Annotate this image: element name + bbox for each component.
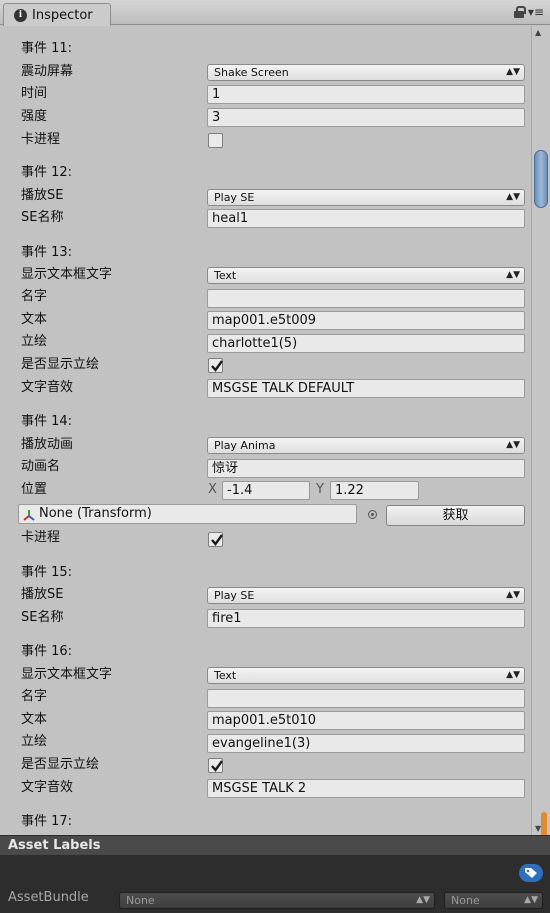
event-16-name-label: 名字 [21, 689, 48, 704]
event-16-text-label: 文本 [21, 712, 48, 727]
event-13-type-value: Text [214, 269, 237, 282]
event-11-time-label: 时间 [21, 86, 48, 101]
assetbundle-variant-value: None [451, 894, 480, 907]
info-icon: i [14, 8, 27, 22]
event-15-type-dropdown[interactable]: Play SE ▲▼ [207, 587, 525, 604]
event-13-type-dropdown[interactable]: Text ▲▼ [207, 267, 525, 284]
event-14-y-field[interactable]: 1.22 [330, 481, 419, 500]
event-13-name-field[interactable] [207, 289, 525, 308]
event-14-block-label: 卡进程 [21, 530, 61, 545]
event-11-type-dropdown[interactable]: Shake Screen ▲▼ [207, 64, 525, 81]
inspector-content: 事件 11: 震动屏幕 Shake Screen ▲▼ 时间 1 强度 3 卡进… [0, 26, 531, 835]
event-14-x-label: X [208, 482, 217, 497]
assetbundle-dropdown[interactable]: None ▲▼ [119, 892, 435, 909]
tag-icon[interactable] [519, 864, 543, 882]
checkmark-icon [211, 760, 223, 772]
event-13-text-label: 文本 [21, 312, 48, 327]
event-13-type-label: 显示文本框文字 [21, 267, 113, 282]
dropdown-arrow-icon: ▲▼ [506, 670, 520, 680]
event-14-y-label: Y [316, 482, 324, 497]
scroll-up-icon[interactable]: ▲ [535, 28, 541, 37]
asset-labels-header[interactable]: Asset Labels [0, 835, 550, 855]
dropdown-arrow-icon: ▲▼ [506, 270, 520, 280]
event-15-se-field[interactable]: fire1 [207, 609, 525, 628]
event-14-type-label: 播放动画 [21, 437, 74, 452]
event-16-header: 事件 16: [21, 644, 73, 659]
event-13-voice-label: 文字音效 [21, 380, 74, 395]
event-16-text-field[interactable]: map001.e5t010 [207, 711, 525, 730]
event-16-voice-label: 文字音效 [21, 780, 74, 795]
event-16-portrait-field[interactable]: evangeline1(3) [207, 734, 525, 753]
assetbundle-variant-dropdown[interactable]: None ▲▼ [444, 892, 543, 909]
lock-icon[interactable] [513, 6, 526, 18]
event-13-portrait-field[interactable]: charlotte1(5) [207, 334, 525, 353]
event-11-type-label: 震动屏幕 [21, 64, 74, 79]
event-12-type-value: Play SE [214, 191, 255, 204]
event-13-show-portrait-checkbox[interactable] [208, 358, 223, 373]
assetbundle-value: None [126, 894, 155, 907]
asset-labels-panel: AssetBundle None ▲▼ None ▲▼ [0, 855, 550, 913]
event-15-type-label: 播放SE [21, 587, 64, 602]
event-15-header: 事件 15: [21, 565, 73, 580]
event-13-voice-field[interactable]: MSGSE TALK DEFAULT [207, 379, 525, 398]
context-menu-icon[interactable]: ▾≡ [528, 6, 544, 18]
event-14-pos-label: 位置 [21, 482, 48, 497]
event-14-block-checkbox[interactable] [208, 532, 223, 547]
inspector-tab-bar: i Inspector ▾≡ [0, 0, 550, 26]
dropdown-arrow-icon: ▲▼ [506, 440, 520, 450]
event-16-show-portrait-label: 是否显示立绘 [21, 757, 100, 772]
event-13-name-label: 名字 [21, 289, 48, 304]
event-12-se-label: SE名称 [21, 210, 64, 225]
checkmark-icon [211, 534, 223, 546]
event-12-header: 事件 12: [21, 165, 73, 180]
event-14-transform-field[interactable]: None (Transform) [18, 504, 357, 524]
event-16-voice-field[interactable]: MSGSE TALK 2 [207, 779, 525, 798]
event-16-name-field[interactable] [207, 689, 525, 708]
event-15-se-label: SE名称 [21, 610, 64, 625]
assetbundle-label: AssetBundle [8, 890, 89, 905]
event-12-type-label: 播放SE [21, 188, 64, 203]
dropdown-arrow-icon: ▲▼ [506, 192, 520, 202]
event-16-show-portrait-checkbox[interactable] [208, 758, 223, 773]
event-17-header: 事件 17: [21, 814, 73, 829]
transform-icon [23, 510, 35, 521]
event-14-x-field[interactable]: -1.4 [222, 481, 310, 500]
event-14-header: 事件 14: [21, 414, 73, 429]
event-14-transform-value: None (Transform) [39, 506, 152, 521]
checkmark-icon [211, 360, 223, 372]
dropdown-arrow-icon: ▲▼ [416, 895, 430, 905]
event-11-strength-field[interactable]: 3 [207, 108, 525, 127]
object-picker-icon[interactable] [368, 510, 377, 519]
event-13-header: 事件 13: [21, 245, 73, 260]
event-14-anim-label: 动画名 [21, 459, 61, 474]
event-11-strength-label: 强度 [21, 109, 48, 124]
inspector-tab[interactable]: i Inspector [3, 3, 111, 26]
event-16-portrait-label: 立绘 [21, 734, 48, 749]
event-13-show-portrait-label: 是否显示立绘 [21, 357, 100, 372]
event-12-type-dropdown[interactable]: Play SE ▲▼ [207, 189, 525, 206]
event-14-type-value: Play Anima [214, 439, 276, 452]
event-15-type-value: Play SE [214, 589, 255, 602]
vertical-scrollbar[interactable]: ▲ ▼ [531, 26, 550, 835]
event-11-block-label: 卡进程 [21, 132, 61, 147]
event-14-type-dropdown[interactable]: Play Anima ▲▼ [207, 437, 525, 454]
event-12-se-field[interactable]: heal1 [207, 209, 525, 228]
dropdown-arrow-icon: ▲▼ [524, 895, 538, 905]
event-11-type-value: Shake Screen [214, 66, 289, 79]
event-14-anim-field[interactable]: 惊讶 [207, 459, 525, 478]
event-11-block-checkbox[interactable] [208, 133, 223, 148]
scrollbar-thumb[interactable] [534, 150, 548, 208]
event-11-time-field[interactable]: 1 [207, 85, 525, 104]
event-14-fetch-button[interactable]: 获取 [386, 505, 525, 526]
event-16-type-label: 显示文本框文字 [21, 667, 113, 682]
dropdown-arrow-icon: ▲▼ [506, 67, 520, 77]
event-13-text-field[interactable]: map001.e5t009 [207, 311, 525, 330]
event-16-type-dropdown[interactable]: Text ▲▼ [207, 667, 525, 684]
tab-title: Inspector [32, 7, 93, 23]
dropdown-arrow-icon: ▲▼ [506, 590, 520, 600]
event-13-portrait-label: 立绘 [21, 334, 48, 349]
event-16-type-value: Text [214, 669, 237, 682]
event-11-header: 事件 11: [21, 41, 73, 56]
